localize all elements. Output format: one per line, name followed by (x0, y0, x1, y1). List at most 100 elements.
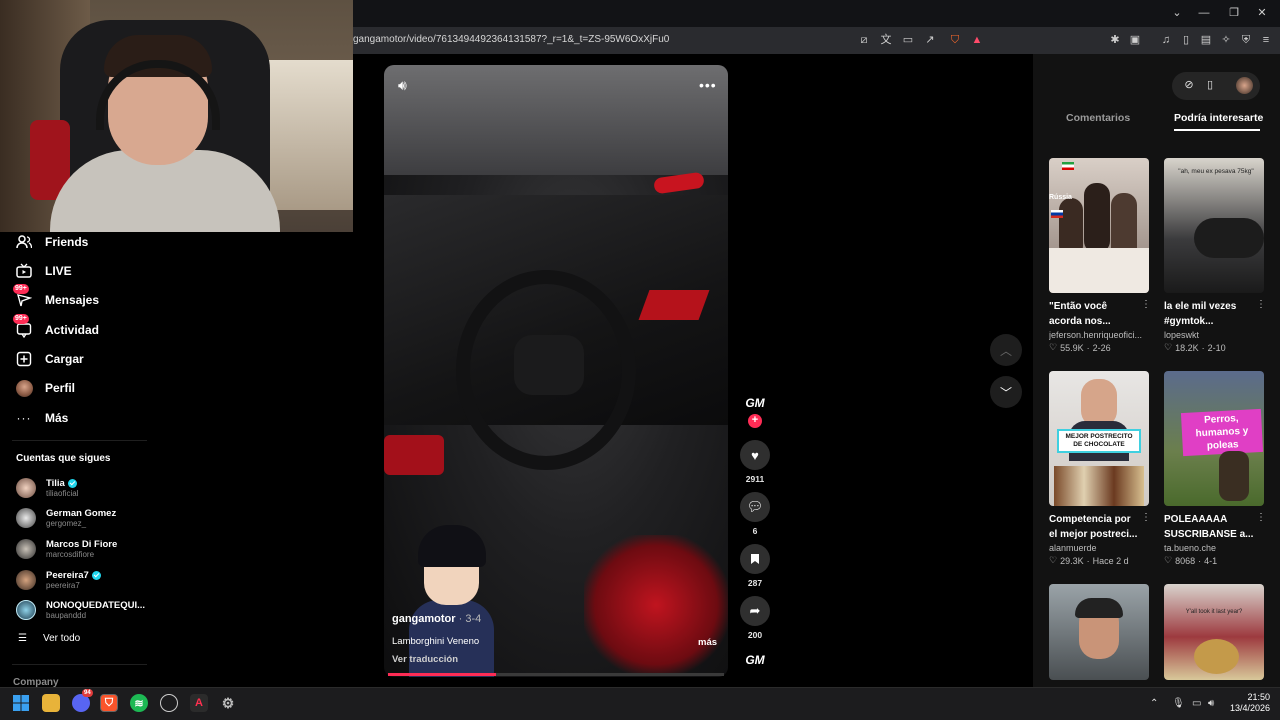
previous-video-button[interactable]: ︿ (990, 334, 1022, 366)
follow-button[interactable]: + (748, 414, 762, 428)
related-video-card[interactable]: "ah, meu ex pesava 75kg" la ele mil veze… (1164, 158, 1266, 353)
thumbnail-overlay-text: Y'all took it last year? (1185, 609, 1243, 615)
screenshot-icon[interactable]: ▣ (1128, 33, 1142, 47)
following-item[interactable]: German Gomez gergomez_ (16, 504, 116, 532)
ai-icon[interactable]: ✧ (1219, 33, 1233, 47)
creator-avatar[interactable]: GM (741, 396, 769, 416)
network-icon[interactable]: ▭ (1192, 698, 1201, 709)
comment-icon: 💬︎ (740, 492, 770, 522)
restore-icon[interactable]: ❐ (1227, 6, 1241, 20)
brave-shield-icon[interactable]: ⛉ (948, 33, 962, 47)
system-clock[interactable]: 21:50 13/4/2026 (1226, 692, 1270, 714)
translate-icon[interactable]: 文 (879, 33, 893, 47)
extensions-icon[interactable]: ✱ (1108, 33, 1122, 47)
heart-icon: ♥ (740, 440, 770, 470)
file-explorer-icon[interactable] (42, 694, 60, 712)
url-text[interactable]: gangamotor/video/7613494492364131587?_r=… (353, 34, 669, 45)
sidebar-divider (12, 440, 147, 441)
music-disc[interactable]: GM (741, 653, 769, 671)
share-button[interactable]: ➦ 200 (740, 596, 770, 640)
sidebar-item-profile[interactable]: Perfil (15, 377, 75, 399)
video-thumbnail (1049, 584, 1149, 680)
active-tab-indicator (1174, 129, 1260, 131)
sidebar-item-live[interactable]: LIVE (15, 260, 72, 282)
sidebar-item-label: Actividad (45, 323, 100, 337)
following-name: Tilia (46, 477, 65, 489)
related-video-card[interactable]: Y'all took it last year? (1164, 584, 1264, 680)
save-button[interactable]: 287 (740, 544, 770, 588)
volume-icon[interactable]: 🔊︎ (398, 77, 407, 94)
discord-icon[interactable]: 94 (72, 689, 93, 712)
settings-gear-icon[interactable]: ⚙ (219, 694, 237, 712)
music-icon[interactable]: ♫ (1159, 33, 1173, 47)
related-video-card[interactable]: Perros, humanos y poleas POLEAAAAA SUSCR… (1164, 371, 1266, 566)
sidebar-toggle-icon[interactable]: ▯ (1179, 33, 1193, 47)
card-more-icon[interactable]: ⋮ (1141, 299, 1151, 310)
card-more-icon[interactable]: ⋮ (1256, 512, 1266, 523)
microphone-icon[interactable]: 🎙︎ (1172, 698, 1185, 709)
following-item[interactable]: NONOQUEDATEQUI... baupanddd (16, 596, 145, 624)
heart-outline-icon: ♡ (1164, 342, 1173, 352)
card-more-icon[interactable]: ⋮ (1256, 299, 1266, 310)
cast-icon[interactable]: ▭ (901, 33, 915, 47)
video-player[interactable] (384, 65, 728, 677)
obs-icon[interactable] (160, 694, 178, 712)
related-video-card[interactable] (1049, 584, 1149, 680)
following-item[interactable]: Tilia tiliaoficial (16, 474, 78, 502)
related-video-card[interactable]: MEJOR POSTRECITO DE CHOCOLATE Competenci… (1049, 371, 1151, 566)
windows-start-icon[interactable] (12, 694, 30, 712)
card-date: 4-1 (1204, 555, 1218, 566)
video-progress-bar[interactable] (388, 673, 724, 676)
next-video-button[interactable]: ﹀ (990, 376, 1022, 408)
sidebar-item-label: LIVE (45, 264, 72, 278)
tab-comments[interactable]: Comentarios (1066, 112, 1130, 124)
menu-icon[interactable]: ≡ (1259, 33, 1273, 47)
chevron-down-icon: ﹀ (999, 385, 1012, 400)
related-video-card[interactable]: Rússia "Então você acorda nos... jeferso… (1049, 158, 1151, 353)
vpn-icon[interactable]: ⛨ (1239, 33, 1253, 47)
description-more-link[interactable]: más (698, 637, 717, 648)
app-a-icon[interactable]: A (190, 694, 208, 712)
live-icon (15, 262, 33, 280)
sidebar-item-messages[interactable]: 99+ Mensajes (13, 284, 100, 311)
video-more-icon[interactable]: ••• (699, 77, 717, 93)
rewards-icon[interactable]: ▲ (970, 33, 984, 47)
card-more-icon[interactable]: ⋮ (1141, 512, 1151, 523)
following-name: German Gomez (46, 507, 117, 519)
sidebar-item-label: Más (45, 411, 69, 425)
spotify-icon[interactable]: ≋ (130, 694, 148, 712)
following-handle: baupanddd (46, 610, 87, 620)
share-icon[interactable]: ↗ (923, 33, 937, 47)
following-handle: marcosdifiore (46, 549, 95, 559)
upload-icon (15, 350, 33, 368)
sidebar-item-upload[interactable]: Cargar (15, 348, 84, 370)
phone-icon[interactable]: ▯ (1203, 78, 1217, 92)
volume-tray-icon[interactable]: 🔊︎ (1208, 698, 1214, 709)
tracking-icon[interactable]: ⧄ (857, 33, 871, 47)
see-all-button[interactable]: ☰ Ver todo (18, 633, 80, 644)
following-item[interactable]: Marcos Di Fiore marcosdifiore (16, 535, 117, 563)
close-window-icon[interactable]: ✕ (1255, 6, 1269, 20)
translate-link[interactable]: Ver traducción (392, 654, 458, 665)
sidebar-item-more[interactable]: ··· Más (15, 407, 69, 429)
video-thumbnail: Rússia (1049, 158, 1149, 293)
like-button[interactable]: ♥ 2911 (740, 440, 770, 484)
user-avatar[interactable] (1236, 77, 1253, 94)
video-author[interactable]: gangamotor · 3-4 (392, 613, 481, 625)
wallet-icon[interactable]: ▤ (1199, 33, 1213, 47)
avatar (16, 478, 36, 498)
sidebar-item-activity[interactable]: 99+ Actividad (13, 314, 100, 341)
activity-icon: 99+ (13, 314, 33, 339)
following-handle: gergomez_ (46, 518, 87, 528)
sidebar-item-friends[interactable]: Friends (15, 231, 88, 253)
comment-button[interactable]: 💬︎ 6 (740, 492, 770, 536)
following-item[interactable]: Peereira7 peereira7 (16, 566, 101, 594)
tab-related[interactable]: Podría interesarte (1174, 112, 1263, 124)
compass-icon[interactable]: ⊘ (1182, 78, 1196, 92)
video-description: Lamborghini Veneno (392, 636, 480, 647)
tray-chevron-up-icon[interactable]: ⌃ (1150, 698, 1158, 709)
minimize-icon[interactable]: — (1197, 6, 1211, 20)
sidebar-item-label: Mensajes (45, 293, 100, 307)
brave-icon[interactable]: ⛉ (100, 694, 118, 712)
browser-chevron-down-icon[interactable]: ⌄ (1170, 6, 1184, 20)
